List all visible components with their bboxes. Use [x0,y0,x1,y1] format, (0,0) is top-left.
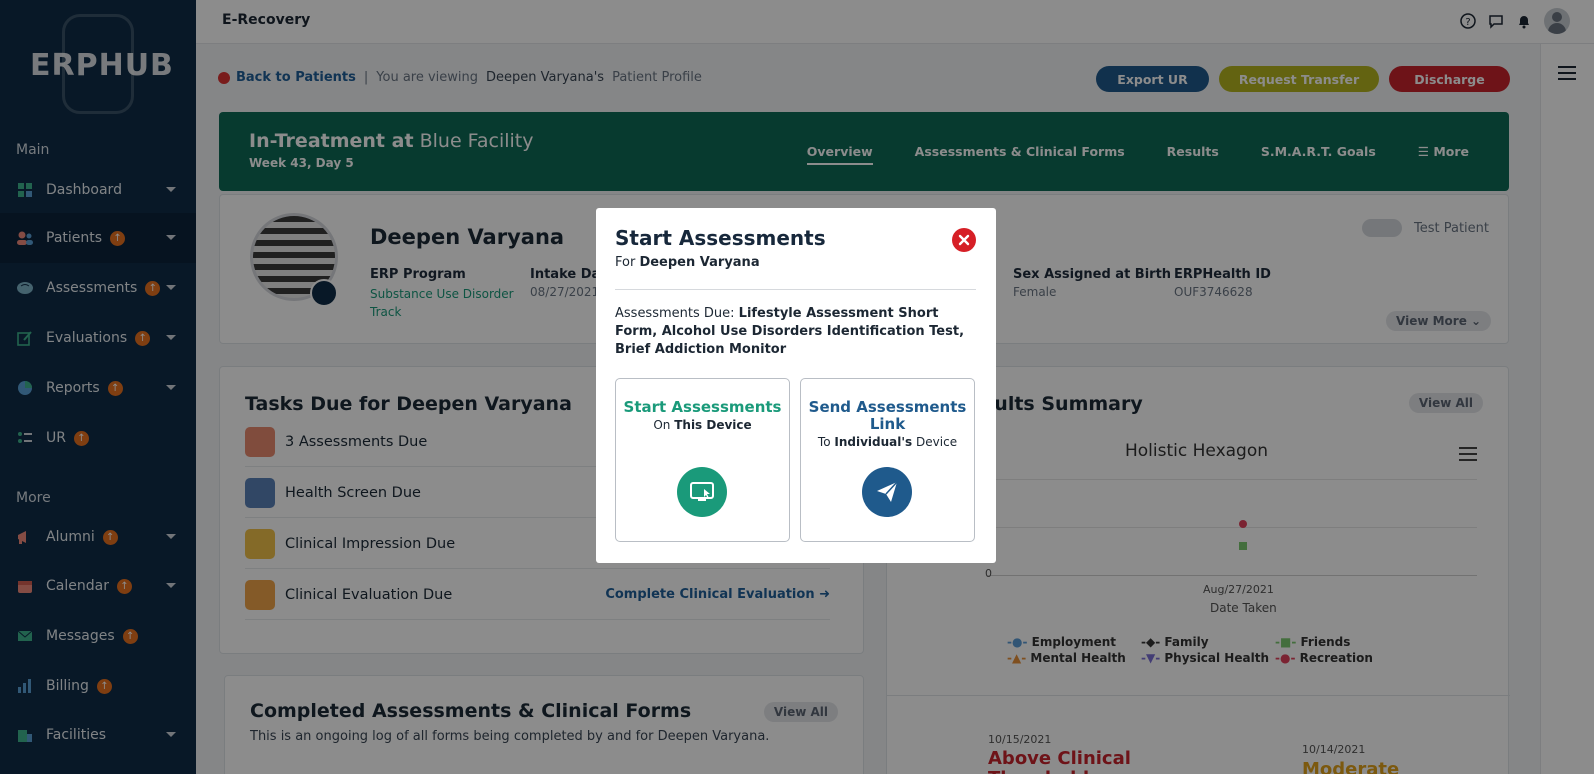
start-on-this-device-button[interactable]: Start Assessments On This Device [615,378,790,542]
start-assessments-modal: Start Assessments For Deepen Varyana Ass… [596,208,996,563]
close-button[interactable] [952,228,976,252]
modal-title: Start Assessments [615,226,826,250]
close-icon [958,234,970,246]
modal-for: For Deepen Varyana [615,255,760,270]
device-icon [677,467,727,517]
divider [615,289,976,290]
choice-subtitle: On This Device [653,418,752,432]
assessments-due-text: Assessments Due: Lifestyle Assessment Sh… [615,306,965,357]
paper-plane-icon [862,467,912,517]
send-assessments-link-button[interactable]: Send Assessments Link To Individual's De… [800,378,975,542]
choice-title: Send Assessments Link [808,398,967,433]
choice-title: Start Assessments [623,398,782,416]
choice-subtitle: To Individual's Device [817,435,958,449]
